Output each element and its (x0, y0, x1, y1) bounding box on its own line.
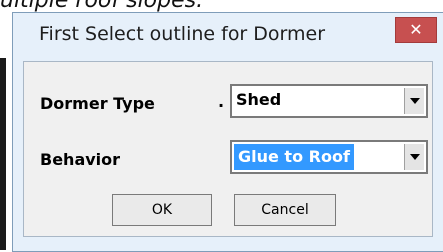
background-dark-strip (0, 58, 6, 250)
dialog-title: First Select outline for Dormer (39, 23, 326, 45)
dialog-titlebar: First Select outline for Dormer ✕ (13, 13, 443, 61)
close-button[interactable]: ✕ (395, 17, 437, 43)
close-icon: ✕ (409, 20, 423, 39)
dormer-type-label: Dormer Type (40, 94, 155, 113)
dormer-type-dropdown-button[interactable] (404, 88, 424, 114)
ok-button[interactable]: OK (112, 194, 212, 226)
cancel-button[interactable]: Cancel (234, 194, 336, 226)
ok-button-label: OK (151, 202, 173, 218)
dialog-window: First Select outline for Dormer ✕ Dormer… (12, 12, 443, 252)
chevron-down-icon (409, 98, 420, 104)
behavior-select[interactable]: Glue to Roof (230, 140, 428, 174)
dormer-type-select[interactable]: Shed (230, 84, 428, 118)
behavior-dropdown-button[interactable] (404, 144, 424, 170)
chevron-down-icon (409, 154, 420, 160)
dialog-client-area: Dormer Type . Shed Behavior Glue to Roof… (23, 61, 433, 237)
dormer-type-value: Shed (236, 90, 282, 109)
behavior-label: Behavior (40, 150, 121, 169)
cancel-button-label: Cancel (261, 202, 309, 218)
dormer-type-prefix: . (218, 92, 225, 111)
behavior-value: Glue to Roof (234, 144, 354, 170)
